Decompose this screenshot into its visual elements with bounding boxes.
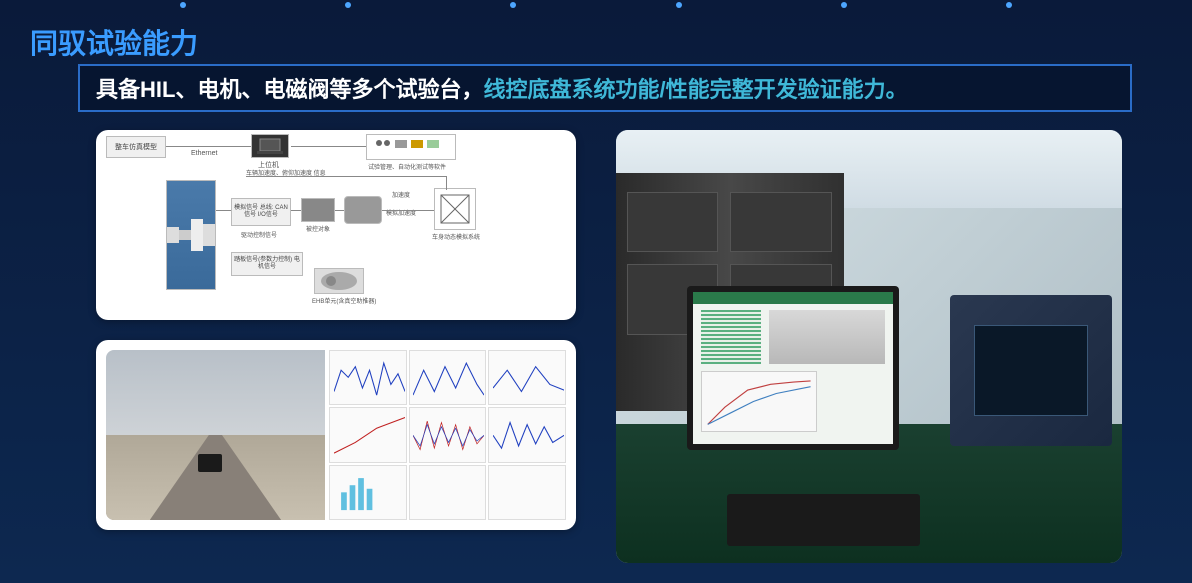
diagram-ehb-label: EHB单元(含真空助推器): [312, 296, 376, 305]
lab-monitor: [687, 286, 900, 451]
lab-photo: [616, 130, 1122, 563]
simulation-panel: [96, 340, 576, 530]
laptop-icon: [251, 134, 289, 158]
subtitle-part1: 具备HIL、电机、电磁阀等多个试验台，: [96, 72, 483, 104]
rack-icon: [166, 180, 216, 290]
diagram-pedal-signals: 踏板信号(参数力控制) 电机信号: [231, 252, 303, 276]
vehicle-icon: [198, 454, 222, 472]
content-area: 整车仿真模型 Ethernet 上位机 试验管理、自动化测试等软件 车辆加速度、…: [96, 130, 1122, 563]
road-simulation-view: [106, 350, 325, 520]
diagram-ecu-label: 被控对象: [306, 224, 330, 233]
test-equipment: [950, 295, 1112, 447]
controller-icon: [301, 198, 335, 222]
mini-chart: [329, 407, 407, 462]
page-title: 同驭试验能力: [30, 22, 198, 62]
diagram-connector: [216, 210, 231, 211]
diagram-connector: [446, 176, 447, 190]
mini-chart: [329, 350, 407, 405]
system-diagram-panel: 整车仿真模型 Ethernet 上位机 试验管理、自动化测试等软件 车辆加速度、…: [96, 130, 576, 320]
diagram-testmgr-label: 试验管理、自动化测试等软件: [368, 162, 446, 171]
diagram-connector: [335, 210, 344, 211]
keyboard-icon: [727, 494, 919, 546]
diagram-accel-label: 加速度: [392, 190, 410, 199]
diagram-signal-info: 车辆加速度、俯仰加速度 信息: [246, 168, 326, 177]
diagram-realtime-model: 整车仿真模型: [106, 136, 166, 158]
decorative-dots: [0, 0, 1192, 10]
diagram-analog-signals: 模拟信号 总线: CAN信号 I/O信号: [231, 198, 291, 226]
diagram-dynsys-label: 车身动态模拟系统: [432, 232, 480, 241]
diagram-connector: [291, 146, 366, 147]
motor-icon: [344, 196, 382, 224]
mini-chart: [488, 465, 566, 520]
ehb-unit-icon: [314, 268, 364, 294]
diagram-connector: [291, 210, 301, 211]
subtitle-banner: 具备HIL、电机、电磁阀等多个试验台， 线控底盘系统功能/性能完整开发验证能力。: [78, 64, 1132, 112]
mini-chart: [488, 407, 566, 462]
mini-chart: [488, 350, 566, 405]
diagram-ethernet-label: Ethernet: [191, 150, 217, 157]
mini-chart: [409, 350, 487, 405]
mini-chart: [409, 465, 487, 520]
mini-chart: [329, 465, 407, 520]
left-column: 整车仿真模型 Ethernet 上位机 试验管理、自动化测试等软件 车辆加速度、…: [96, 130, 576, 563]
diagram-drivectl-label: 驱动控制信号: [241, 230, 277, 239]
rig-icon: [434, 188, 476, 230]
mini-chart: [409, 407, 487, 462]
diagram-connector: [382, 210, 434, 211]
diagram-connector: [166, 146, 251, 147]
diagram-software-icons: [366, 134, 456, 160]
analysis-charts-grid: [329, 350, 566, 520]
subtitle-part2: 线控底盘系统功能/性能完整开发验证能力。: [483, 72, 907, 104]
